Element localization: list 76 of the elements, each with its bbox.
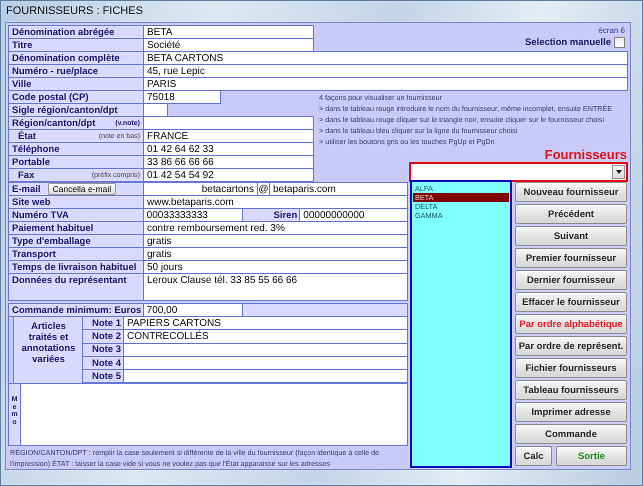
- action-button[interactable]: Nouveau fournisseur: [515, 182, 627, 202]
- supplier-combo[interactable]: [409, 162, 628, 182]
- window-title: FOURNISSEURS : FICHES: [6, 5, 143, 17]
- field-label: État: [18, 130, 36, 142]
- text-field[interactable]: 50 jours: [143, 260, 408, 274]
- field-label: Dénomination abrégée: [8, 25, 144, 39]
- action-button[interactable]: Premier fournisseur: [515, 248, 627, 268]
- field-label: Commande minimum: Euros: [8, 303, 144, 317]
- text-field[interactable]: contre remboursement red. 3%: [143, 221, 408, 235]
- field-label: Transport: [8, 247, 144, 261]
- action-button[interactable]: Précédent: [515, 204, 627, 224]
- field-label: E-mail: [12, 184, 41, 194]
- text-field[interactable]: www.betaparis.com: [143, 195, 408, 209]
- field-label: Dénomination complète: [8, 51, 144, 65]
- text-field[interactable]: 700,00: [142, 303, 244, 317]
- field-label: Type d'emballage: [8, 234, 144, 248]
- text-field[interactable]: 33 86 66 66 66: [143, 155, 314, 169]
- text-field[interactable]: 01 42 64 62 33: [143, 142, 314, 156]
- text-field[interactable]: gratis: [143, 247, 408, 261]
- email-user-field[interactable]: betacartons: [143, 182, 258, 196]
- field-label: Siren: [242, 208, 300, 222]
- text-field[interactable]: FRANCE: [143, 129, 314, 143]
- action-button[interactable]: Imprimer adresse: [515, 402, 627, 422]
- field-label: Code postal (CP): [8, 90, 144, 104]
- checkbox[interactable]: [614, 37, 625, 48]
- text-field[interactable]: 00033333333: [142, 208, 244, 222]
- field-label: Note 3: [82, 342, 124, 357]
- field-label: Région/canton/dpt: [12, 118, 96, 128]
- field-label: Note 2: [82, 329, 124, 344]
- field-label: Numéro - rue/place: [8, 64, 144, 78]
- text-field[interactable]: PARIS: [143, 77, 628, 91]
- checkbox-label: Selection manuelle: [524, 37, 611, 48]
- text-field[interactable]: BETA: [143, 25, 314, 39]
- field-label: Fax: [18, 170, 34, 180]
- dropdown-icon[interactable]: [612, 165, 625, 179]
- field-label: Données du représentant: [8, 273, 144, 301]
- field-label: Ville: [8, 77, 144, 91]
- action-button[interactable]: Fichier fournisseurs: [515, 358, 627, 378]
- text-field[interactable]: 75018: [143, 90, 221, 104]
- clear-email-button[interactable]: Cancella e-mail: [48, 183, 116, 195]
- field-label: Note 5: [82, 369, 124, 384]
- field-label: Téléphone: [8, 142, 144, 156]
- text-field[interactable]: [123, 369, 408, 384]
- action-button[interactable]: Tableau fournisseurs: [515, 380, 627, 400]
- email-domain-field[interactable]: betaparis.com: [269, 182, 408, 196]
- text-field[interactable]: Société: [143, 38, 314, 52]
- field-label: Sigle région/canton/dpt: [8, 103, 144, 117]
- text-field[interactable]: [123, 342, 408, 357]
- screen-label: écran 6: [598, 26, 625, 35]
- text-field[interactable]: BETA CARTONS: [143, 51, 628, 65]
- text-field[interactable]: CONTRECOLLÉS: [123, 329, 408, 344]
- text-field[interactable]: 00000000000: [299, 208, 408, 222]
- action-button[interactable]: Par ordre alphabétique: [515, 314, 627, 334]
- action-button[interactable]: Par ordre de représent.: [515, 336, 627, 356]
- field-label: Paiement habituel: [8, 221, 144, 235]
- field-label: Temps de livraison habituel: [8, 260, 144, 274]
- text-field[interactable]: gratis: [143, 234, 408, 248]
- action-button[interactable]: Calc: [515, 446, 552, 466]
- field-label: Numéro TVA: [8, 208, 144, 222]
- text-field[interactable]: [143, 103, 168, 117]
- memo-field[interactable]: [20, 383, 408, 446]
- action-button[interactable]: Suivant: [515, 226, 627, 246]
- notes-title: Articles traités et annotations variées: [13, 316, 84, 384]
- action-button[interactable]: Dernier fournisseur: [515, 270, 627, 290]
- action-button[interactable]: Effacer le fournisseur: [515, 292, 627, 312]
- field-label: Site web: [8, 195, 144, 209]
- action-button[interactable]: Commande: [515, 424, 627, 444]
- field-label: Titre: [8, 38, 144, 52]
- field-label: Note 1: [82, 316, 124, 330]
- text-field[interactable]: PAPIERS CARTONS: [123, 316, 408, 330]
- section-title: Fournisseurs: [544, 148, 628, 162]
- text-field[interactable]: 45, rue Lepic: [143, 64, 628, 78]
- text-field[interactable]: 01 42 54 54 92: [143, 168, 314, 182]
- text-field[interactable]: [143, 116, 314, 130]
- field-label: Portable: [8, 155, 144, 169]
- text-field[interactable]: Leroux Clause tél. 33 85 55 66 66: [143, 273, 408, 301]
